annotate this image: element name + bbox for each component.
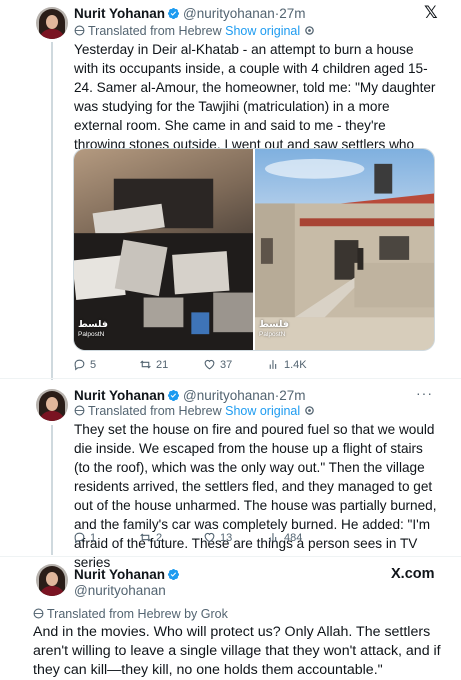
more-options-icon[interactable]: ··· (416, 385, 433, 401)
tweet-actions: 1 2 13 484 (73, 531, 433, 544)
tweet-header: Nurit Yohanan @nurityohanan·27m (74, 388, 306, 403)
verified-badge-icon (167, 7, 180, 20)
repost-button[interactable]: 21 (139, 358, 203, 371)
author-handle[interactable]: @nurityohanan (183, 6, 275, 21)
reply-button[interactable]: 1 (73, 531, 139, 544)
tweet-handle-row: @nurityohanan (74, 583, 166, 598)
views-button[interactable]: 1.4K (267, 358, 331, 371)
watermark-right: فلسط PalpostN (259, 319, 289, 339)
x-com-brand[interactable]: X.com (391, 566, 435, 582)
like-button[interactable]: 37 (203, 358, 267, 371)
tweet-text: They set the house on fire and poured fu… (74, 422, 437, 570)
watermark-left: فلسط PalpostN (78, 319, 108, 339)
tweet-2: Nurit Yohanan @nurityohanan·27m ··· Trans… (0, 379, 461, 570)
burned-room-photo[interactable]: فلسط PalpostN (74, 149, 253, 350)
avatar[interactable] (36, 389, 68, 421)
views-button[interactable]: 484 (267, 531, 331, 544)
views-icon (269, 360, 277, 369)
verified-badge-icon (167, 389, 180, 402)
author-name[interactable]: Nurit Yohanan (74, 567, 165, 582)
tweet-header: Nurit Yohanan (74, 567, 183, 582)
repost-icon (140, 360, 151, 369)
show-original-link[interactable]: Show original (225, 24, 300, 38)
repost-icon (140, 533, 151, 542)
translate-icon (74, 405, 85, 416)
gear-icon[interactable] (304, 405, 315, 416)
translated-label: Translated from Hebrew (88, 404, 222, 418)
tweet-text: And in the movies. Who will protect us? … (33, 624, 441, 678)
tweet-header: Nurit Yohanan @nurityohanan·27m (74, 6, 306, 21)
views-icon (269, 533, 277, 542)
translation-note: Translated from Hebrew Show original (74, 24, 315, 38)
avatar[interactable] (36, 7, 68, 39)
repost-button[interactable]: 2 (139, 531, 203, 544)
translation-note: Translated from Hebrew by Grok (33, 607, 228, 621)
like-button[interactable]: 13 (203, 531, 267, 544)
author-handle[interactable]: @nurityohanan (74, 583, 166, 598)
timestamp[interactable]: 27m (279, 388, 305, 403)
tweet-1: Nurit Yohanan @nurityohanan·27m 𝕏 Transla… (0, 0, 461, 380)
translate-icon (33, 608, 44, 619)
author-name[interactable]: Nurit Yohanan (74, 388, 165, 403)
thread-line (51, 42, 53, 380)
verified-badge-icon (167, 568, 180, 581)
translate-icon (74, 25, 85, 36)
translation-note: Translated from Hebrew Show original (74, 404, 315, 418)
translated-label: Translated from Hebrew by Grok (47, 607, 228, 621)
reply-icon (74, 532, 85, 544)
avatar[interactable] (36, 564, 68, 596)
reply-icon (74, 359, 85, 371)
timestamp[interactable]: 27m (279, 6, 305, 21)
gear-icon[interactable] (304, 25, 315, 36)
heart-icon (204, 532, 215, 543)
media-grid[interactable]: فلسط PalpostN فلسط PalpostN (73, 148, 435, 351)
show-original-link[interactable]: Show original (225, 404, 300, 418)
thread-line (51, 425, 53, 555)
author-handle[interactable]: @nurityohanan (183, 388, 275, 403)
x-logo-icon[interactable]: 𝕏 (424, 3, 438, 23)
heart-icon (204, 359, 215, 370)
tweet-3: Nurit Yohanan @nurityohanan X.com Transl… (0, 557, 461, 680)
reply-button[interactable]: 5 (73, 358, 139, 371)
author-name[interactable]: Nurit Yohanan (74, 6, 165, 21)
tweet-actions: 5 21 37 1.4K (73, 358, 433, 371)
translated-label: Translated from Hebrew (88, 24, 222, 38)
house-exterior-photo[interactable]: فلسط PalpostN (255, 149, 434, 350)
